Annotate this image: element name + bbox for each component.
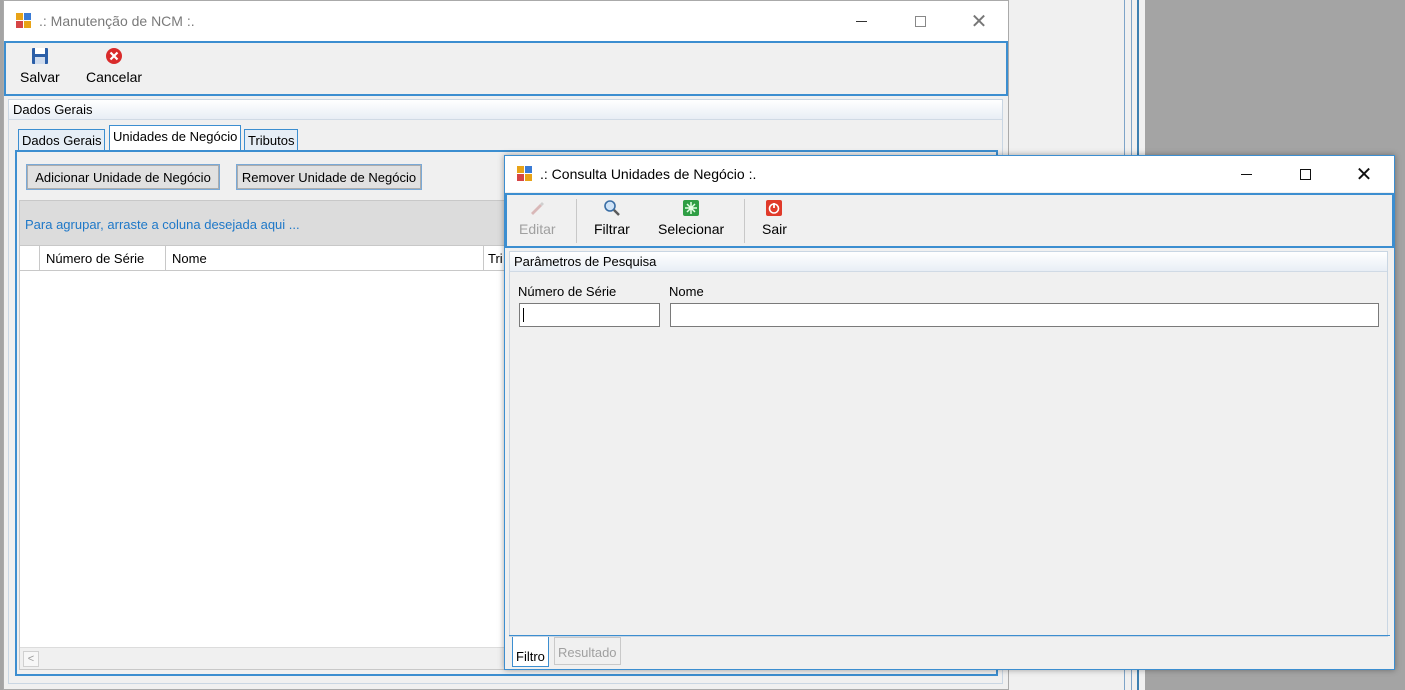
minimize-icon[interactable] xyxy=(1223,158,1269,190)
serial-number-input[interactable] xyxy=(519,303,660,327)
tab-tributos[interactable]: Tributos xyxy=(244,129,299,151)
add-business-unit-button[interactable]: Adicionar Unidade de Negócio xyxy=(26,164,220,190)
close-icon[interactable]: ✕ xyxy=(956,5,1002,37)
serial-number-label: Número de Série xyxy=(518,284,617,299)
cancel-icon xyxy=(106,48,123,64)
tab-unidades-de-negocio[interactable]: Unidades de Negócio xyxy=(109,125,242,151)
toolbar-separator xyxy=(576,199,577,243)
consulta-dialog: .: Consulta Unidades de Negócio :. ✕ Edi… xyxy=(504,155,1395,670)
edit-label: Editar xyxy=(519,221,556,237)
tab-resultado[interactable]: Resultado xyxy=(554,637,621,665)
filter-button[interactable]: Filtrar xyxy=(594,199,630,237)
cancel-label: Cancelar xyxy=(86,69,143,85)
save-icon xyxy=(31,48,48,64)
exit-button[interactable]: Sair xyxy=(762,199,787,237)
search-group-title: Parâmetros de Pesquisa xyxy=(510,252,1387,272)
dialog-titlebar[interactable]: .: Consulta Unidades de Negócio :. ✕ xyxy=(505,156,1394,192)
exit-label: Sair xyxy=(762,221,787,237)
dialog-toolbar: Editar Filtrar Selecionar Sair xyxy=(505,193,1394,248)
close-icon[interactable]: ✕ xyxy=(1341,158,1387,190)
main-toolbar: Salvar Cancelar xyxy=(4,41,1008,96)
edit-button[interactable]: Editar xyxy=(519,199,556,237)
filter-icon xyxy=(604,200,620,216)
main-titlebar[interactable]: .: Manutenção de NCM :. ✕ xyxy=(4,1,1008,41)
group-panel-hint: Para agrupar, arraste a coluna desejada … xyxy=(25,217,300,232)
app-icon xyxy=(517,166,533,182)
save-button[interactable]: Salvar xyxy=(20,47,60,85)
select-button[interactable]: Selecionar xyxy=(658,199,724,237)
name-input[interactable] xyxy=(670,303,1379,327)
select-label: Selecionar xyxy=(658,221,725,237)
select-icon xyxy=(683,200,700,216)
column-numero-de-serie[interactable]: Número de Série xyxy=(40,246,166,270)
exit-icon xyxy=(766,200,783,216)
text-cursor xyxy=(523,308,524,322)
tab-filtro[interactable]: Filtro xyxy=(512,637,549,667)
search-parameters-group: Parâmetros de Pesquisa Número de Série N… xyxy=(509,251,1388,637)
remove-business-unit-button[interactable]: Remover Unidade de Negócio xyxy=(236,164,422,190)
scroll-left-icon[interactable]: < xyxy=(23,651,39,667)
save-label: Salvar xyxy=(20,69,60,85)
dialog-title: .: Consulta Unidades de Negócio :. xyxy=(540,166,757,182)
minimize-icon[interactable] xyxy=(838,5,884,37)
edit-icon xyxy=(531,202,545,215)
app-icon xyxy=(16,13,32,29)
tab-dados-gerais[interactable]: Dados Gerais xyxy=(18,129,106,151)
main-window-title: .: Manutenção de NCM :. xyxy=(39,13,195,29)
maximize-icon[interactable] xyxy=(1282,158,1328,190)
row-indicator-header xyxy=(20,246,40,270)
scrollbar-track[interactable] xyxy=(40,652,500,666)
tab-strip-line xyxy=(509,635,1390,636)
cancel-button[interactable]: Cancelar xyxy=(86,47,142,85)
toolbar-separator xyxy=(744,199,745,243)
group-title: Dados Gerais xyxy=(9,100,1002,120)
filter-label: Filtrar xyxy=(594,221,630,237)
name-label: Nome xyxy=(669,284,704,299)
column-nome[interactable]: Nome xyxy=(166,246,484,270)
maximize-icon[interactable] xyxy=(897,5,943,37)
